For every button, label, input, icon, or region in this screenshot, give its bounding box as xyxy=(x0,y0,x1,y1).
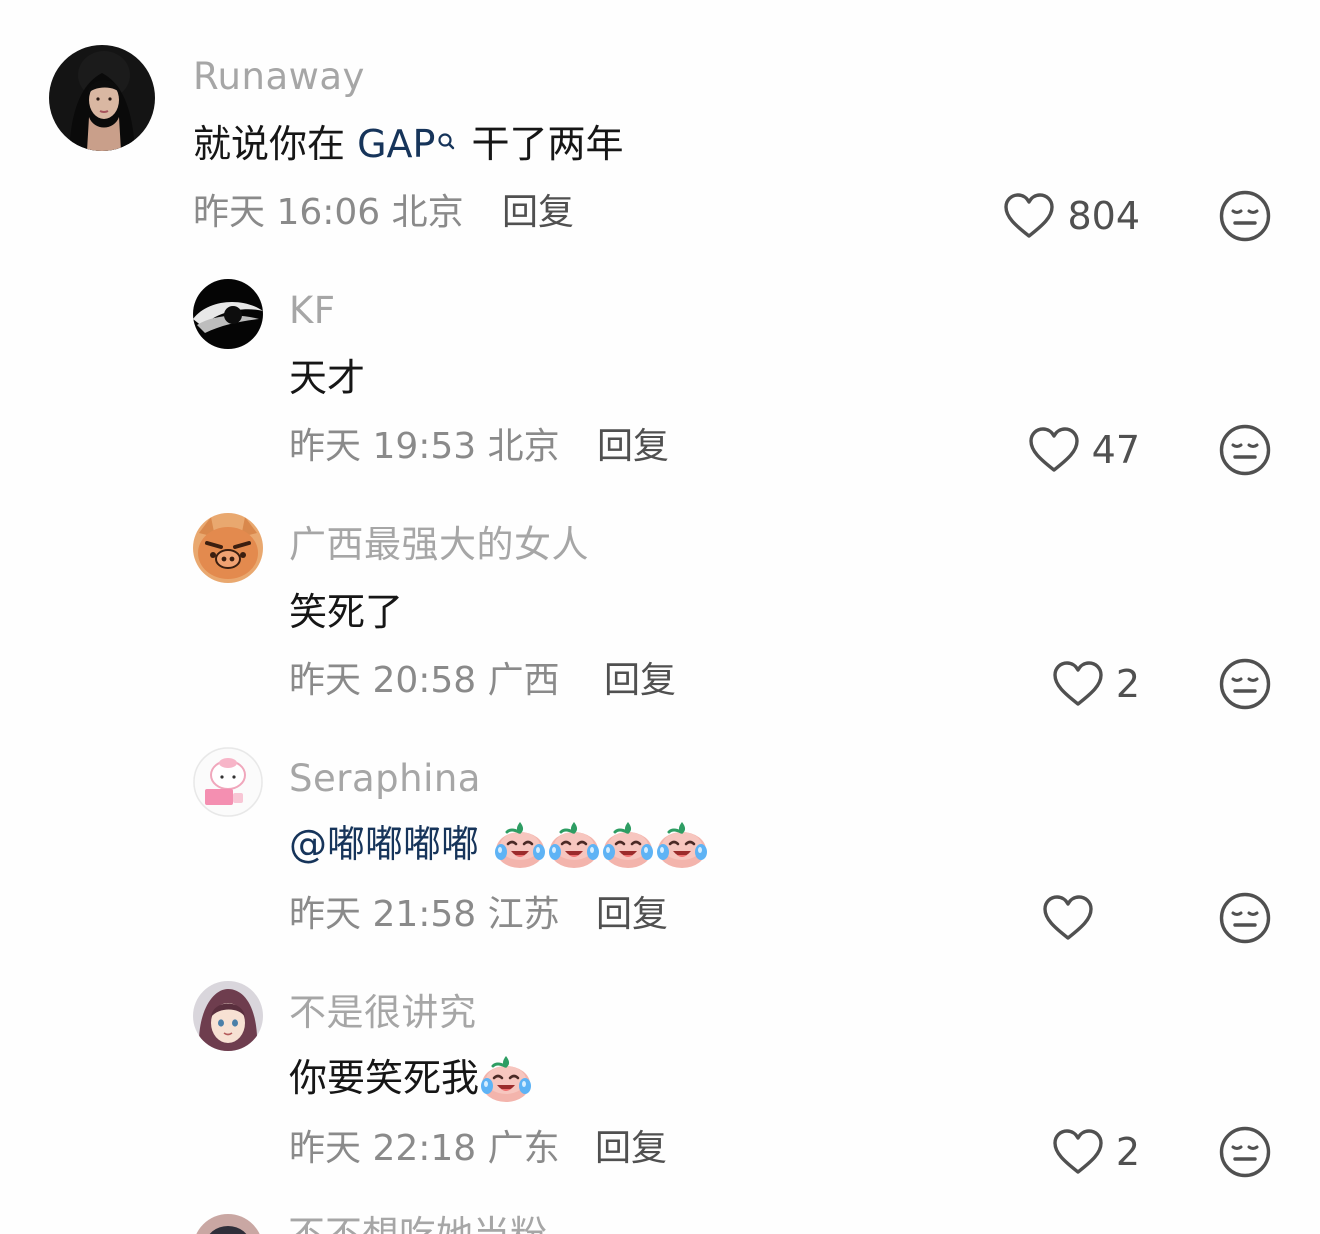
like-count: 804 xyxy=(1067,194,1140,238)
reply-button[interactable]: 回复 xyxy=(502,195,574,231)
like-count: 2 xyxy=(1115,1130,1140,1174)
reply-button[interactable]: 回复 xyxy=(604,663,676,699)
dislike-button[interactable] xyxy=(1219,658,1271,710)
comment-username[interactable]: 广西最强大的女人 xyxy=(289,526,589,563)
like-count: 2 xyxy=(1115,662,1140,706)
like-button[interactable]: 2 xyxy=(1052,1128,1140,1176)
like-button[interactable]: 2 xyxy=(1052,660,1140,708)
comment-timestamp: 昨天 19:53 北京 xyxy=(289,426,560,467)
comment-list: Runaway 就说你在 GAP 干了两年 昨天 16:06 北京 回复 804 xyxy=(0,0,1320,1234)
heart-outline-icon xyxy=(1042,894,1094,942)
avatar[interactable] xyxy=(193,981,263,1051)
comment-username[interactable]: Runaway xyxy=(193,58,365,95)
comment-username[interactable]: 不是很讲究 xyxy=(289,994,477,1031)
search-link[interactable]: GAP xyxy=(357,125,435,163)
comment-text-body: 你要笑死我 xyxy=(289,1056,480,1100)
crying-laughing-emoji xyxy=(479,1052,533,1104)
meh-face-icon xyxy=(1219,1126,1271,1178)
comment-username[interactable]: KF xyxy=(289,292,336,329)
comment-text: 笑死了 xyxy=(289,590,404,634)
comment-text: 就说你在 GAP 干了两年 xyxy=(193,125,623,163)
search-icon[interactable] xyxy=(437,120,457,150)
reply-button[interactable]: 回复 xyxy=(596,897,668,933)
dislike-button[interactable] xyxy=(1219,190,1271,242)
dislike-button[interactable] xyxy=(1219,424,1271,476)
comment-timestamp: 昨天 16:06 北京 xyxy=(193,192,464,233)
comment-text: @嘟嘟嘟嘟 xyxy=(289,818,709,870)
meh-face-icon xyxy=(1219,892,1271,944)
comment-text: 你要笑死我 xyxy=(289,1052,533,1104)
avatar[interactable] xyxy=(193,747,263,817)
heart-outline-icon xyxy=(1052,1128,1104,1176)
avatar[interactable] xyxy=(49,45,155,151)
heart-outline-icon xyxy=(1052,660,1104,708)
comment-text-prefix: 就说你在 xyxy=(193,122,358,166)
comment-timestamp: 昨天 21:58 江苏 xyxy=(289,894,560,935)
crying-laughing-emoji xyxy=(547,818,601,870)
avatar[interactable] xyxy=(193,513,263,583)
reply-button[interactable]: 回复 xyxy=(597,429,669,465)
meh-face-icon xyxy=(1219,190,1271,242)
like-count: 47 xyxy=(1091,428,1140,472)
dislike-button[interactable] xyxy=(1219,1126,1271,1178)
meh-face-icon xyxy=(1219,658,1271,710)
comment-text: 天才 xyxy=(289,356,366,400)
like-button[interactable]: 47 xyxy=(1028,426,1140,474)
comment-username[interactable]: 不不想吃她当粉 xyxy=(288,1216,547,1234)
heart-outline-icon xyxy=(1028,426,1080,474)
like-button[interactable]: 804 xyxy=(1003,192,1140,240)
dislike-button[interactable] xyxy=(1219,892,1271,944)
meh-face-icon xyxy=(1219,424,1271,476)
like-button[interactable] xyxy=(1042,894,1106,942)
reply-button[interactable]: 回复 xyxy=(595,1131,667,1167)
crying-laughing-emoji xyxy=(493,818,547,870)
comment-timestamp: 昨天 20:58 广西 xyxy=(289,660,560,701)
comment-text-suffix: 干了两年 xyxy=(471,122,624,166)
comment-timestamp: 昨天 22:18 广东 xyxy=(289,1128,560,1169)
heart-outline-icon xyxy=(1003,192,1055,240)
avatar[interactable] xyxy=(193,1214,263,1234)
avatar[interactable] xyxy=(193,279,263,349)
crying-laughing-emoji xyxy=(601,818,655,870)
crying-laughing-emoji xyxy=(655,818,709,870)
mention-link[interactable]: @嘟嘟嘟嘟 xyxy=(289,825,479,863)
comment-username[interactable]: Seraphina xyxy=(289,760,481,797)
